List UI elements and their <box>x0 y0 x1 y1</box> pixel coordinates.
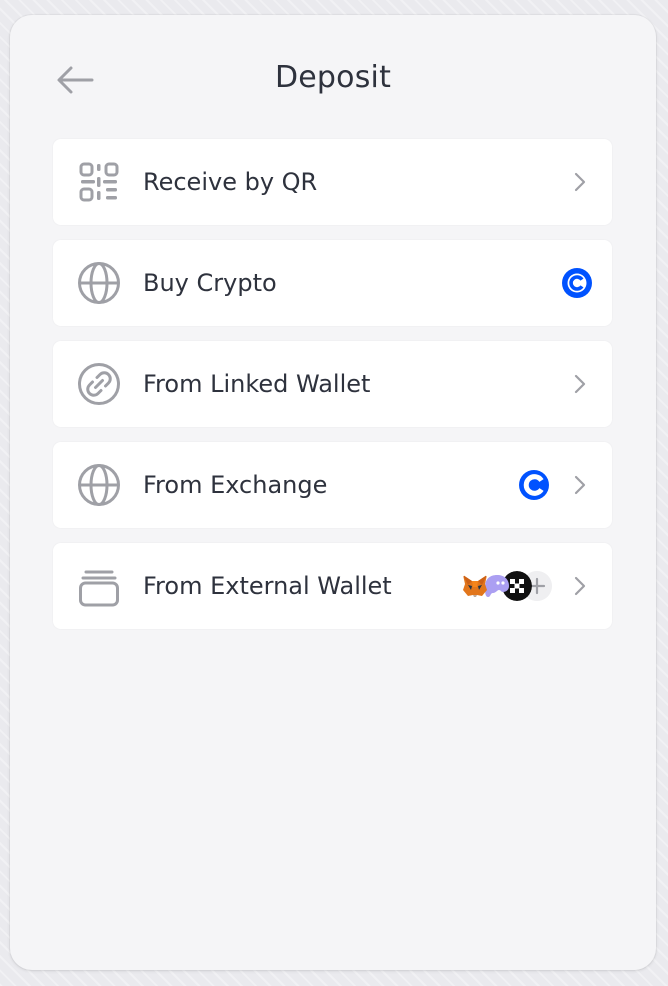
chevron-right-icon <box>574 172 586 192</box>
qr-code-icon <box>79 162 119 202</box>
globe-icon <box>78 464 120 506</box>
option-label: Receive by QR <box>143 168 318 196</box>
link-icon <box>78 363 120 405</box>
coinbase-icon <box>519 470 549 500</box>
coinbase-icon <box>562 268 592 298</box>
option-label: From Exchange <box>143 471 328 499</box>
wallet-badges <box>460 571 552 601</box>
page-title: Deposit <box>274 60 392 95</box>
chevron-right-icon <box>574 374 586 394</box>
option-from-external-wallet[interactable]: From External Wallet <box>53 543 612 629</box>
wallet-icon <box>79 570 119 607</box>
option-label: Buy Crypto <box>143 269 277 297</box>
deposit-options-list: Receive by QR Buy Crypto From Linked Wal… <box>53 139 612 644</box>
option-from-exchange[interactable]: From Exchange <box>53 442 612 528</box>
chevron-right-icon <box>574 475 586 495</box>
metamask-icon <box>463 575 487 597</box>
globe-icon <box>78 262 120 304</box>
option-buy-crypto[interactable]: Buy Crypto <box>53 240 612 326</box>
option-label: From Linked Wallet <box>143 370 371 398</box>
option-from-linked-wallet[interactable]: From Linked Wallet <box>53 341 612 427</box>
deposit-panel: Deposit Receive by QR Buy Crypto From Li… <box>10 15 656 970</box>
option-label: From External Wallet <box>143 572 392 600</box>
option-receive-by-qr[interactable]: Receive by QR <box>53 139 612 225</box>
chevron-right-icon <box>574 576 586 596</box>
